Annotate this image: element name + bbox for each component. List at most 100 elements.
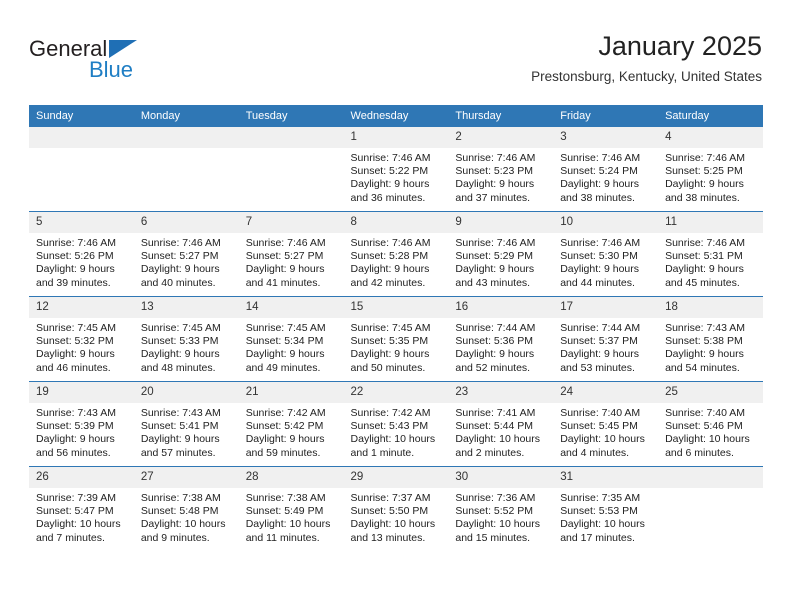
calendar-day-cell[interactable]: 31 Sunrise: 7:35 AM Sunset: 5:53 PM Dayligh… [553, 466, 659, 551]
calendar-day-cell[interactable]: 17 Sunrise: 7:44 AM Sunset: 5:37 PM Dayligh… [553, 296, 659, 382]
sunset-text: Sunset: 5:48 PM [140, 505, 219, 518]
calendar-day-cell[interactable]: 6 Sunrise: 7:46 AM Sunset: 5:27 PM Daylight… [133, 211, 239, 297]
calendar-cell-inner: 7 Sunrise: 7:46 AM Sunset: 5:27 PM Daylight… [238, 212, 344, 296]
sunset-text: Sunset: 5:27 PM [140, 250, 219, 263]
day-number: 7 [238, 212, 344, 233]
sunrise-text: Sunrise: 7:46 AM [140, 237, 221, 249]
calendar-day-cell[interactable]: 27 Sunrise: 7:38 AM Sunset: 5:48 PM Dayligh… [133, 466, 239, 551]
calendar-day-cell[interactable]: 13 Sunrise: 7:45 AM Sunset: 5:33 PM Dayligh… [133, 296, 239, 382]
day-number: 11 [658, 212, 763, 233]
calendar-day-cell[interactable]: 21 Sunrise: 7:42 AM Sunset: 5:42 PM Dayligh… [238, 381, 344, 467]
sunrise-text: Sunrise: 7:36 AM [455, 492, 536, 504]
calendar-day-cell[interactable]: 5 Sunrise: 7:46 AM Sunset: 5:26 PM Daylight… [29, 211, 134, 297]
calendar-day-cell[interactable]: 26 Sunrise: 7:39 AM Sunset: 5:47 PM Dayligh… [29, 466, 134, 551]
calendar-day-cell[interactable]: 7 Sunrise: 7:46 AM Sunset: 5:27 PM Daylight… [238, 211, 344, 297]
weekday-header-wednesday: Wednesday [343, 105, 449, 127]
calendar-cell-inner: 8 Sunrise: 7:46 AM Sunset: 5:28 PM Daylight… [343, 212, 449, 296]
calendar-cell-inner: 25 Sunrise: 7:40 AM Sunset: 5:46 PM Dayligh… [658, 382, 763, 466]
general-blue-logo[interactable]: General Blue [29, 36, 229, 84]
sunrise-text: Sunrise: 7:40 AM [560, 407, 641, 419]
sunrise-text: Sunrise: 7:39 AM [36, 492, 116, 504]
weekday-header-tuesday: Tuesday [238, 105, 344, 127]
sunset-text: Sunset: 5:25 PM [665, 165, 743, 178]
calendar-day-cell[interactable]: 22 Sunrise: 7:42 AM Sunset: 5:43 PM Dayligh… [343, 381, 449, 467]
calendar-day-cell[interactable]: 19 Sunrise: 7:43 AM Sunset: 5:39 PM Dayligh… [29, 381, 134, 467]
calendar-cell-inner: 6 Sunrise: 7:46 AM Sunset: 5:27 PM Daylight… [133, 212, 239, 296]
day-number: 18 [658, 297, 763, 318]
daylight-text-line2: and 46 minutes. [36, 361, 111, 374]
sunset-text: Sunset: 5:23 PM [455, 165, 534, 178]
daylight-text-line2: and 57 minutes. [140, 446, 216, 459]
sunrise-text: Sunrise: 7:46 AM [665, 237, 746, 249]
sunset-text: Sunset: 5:30 PM [560, 250, 638, 263]
day-number: 29 [343, 467, 449, 488]
calendar-day-cell[interactable]: 2 Sunrise: 7:46 AM Sunset: 5:23 PM Daylight… [448, 127, 554, 212]
calendar-day-cell[interactable]: 23 Sunrise: 7:41 AM Sunset: 5:44 PM Dayligh… [448, 381, 554, 467]
day-details: Sunrise: 7:43 AM Sunset: 5:38 PM Daylight:… [658, 318, 763, 375]
daylight-text-line1: Daylight: 9 hours [350, 348, 430, 361]
calendar-cell-inner: 9 Sunrise: 7:46 AM Sunset: 5:29 PM Daylight… [448, 212, 554, 296]
calendar-day-cell[interactable]: 18 Sunrise: 7:43 AM Sunset: 5:38 PM Dayligh… [658, 296, 763, 382]
triangle-icon [109, 40, 137, 58]
daylight-text-line2: and 38 minutes. [560, 191, 635, 204]
sunrise-text: Sunrise: 7:46 AM [560, 152, 641, 164]
daylight-text-line2: and 54 minutes. [665, 361, 740, 374]
day-number: 19 [29, 382, 134, 403]
day-number: 2 [448, 127, 554, 148]
sunset-text: Sunset: 5:50 PM [350, 505, 429, 518]
daylight-text-line2: and 40 minutes. [140, 276, 216, 289]
day-details: Sunrise: 7:41 AM Sunset: 5:44 PM Daylight:… [448, 403, 553, 460]
sunrise-text: Sunrise: 7:45 AM [350, 322, 431, 334]
calendar-day-cell[interactable]: 25 Sunrise: 7:40 AM Sunset: 5:46 PM Dayligh… [658, 381, 763, 467]
calendar-cell-inner: 23 Sunrise: 7:41 AM Sunset: 5:44 PM Dayligh… [448, 382, 554, 466]
sunrise-text: Sunrise: 7:46 AM [455, 152, 536, 164]
calendar-day-cell[interactable]: 14 Sunrise: 7:45 AM Sunset: 5:34 PM Dayligh… [238, 296, 344, 382]
calendar-day-cell[interactable]: 24 Sunrise: 7:40 AM Sunset: 5:45 PM Dayligh… [553, 381, 659, 467]
day-number: 26 [29, 467, 134, 488]
calendar-body: 1 Sunrise: 7:46 AM Sunset: 5:22 PM Daylight… [29, 127, 763, 551]
sunset-text: Sunset: 5:32 PM [36, 335, 114, 348]
daylight-text-line1: Daylight: 10 hours [455, 433, 541, 446]
daylight-text-line2: and 49 minutes. [245, 361, 321, 374]
daylight-text-line1: Daylight: 10 hours [665, 433, 750, 446]
day-number: 12 [29, 297, 134, 318]
day-details: Sunrise: 7:46 AM Sunset: 5:27 PM Daylight:… [239, 233, 344, 290]
calendar-cell-inner: 26 Sunrise: 7:39 AM Sunset: 5:47 PM Dayligh… [29, 467, 134, 551]
calendar-day-cell[interactable]: 28 Sunrise: 7:38 AM Sunset: 5:49 PM Dayligh… [238, 466, 344, 551]
sunset-text: Sunset: 5:29 PM [455, 250, 534, 263]
day-number [658, 467, 763, 488]
calendar-day-cell[interactable]: 12 Sunrise: 7:45 AM Sunset: 5:32 PM Dayligh… [29, 296, 134, 382]
calendar-cell-inner: 11 Sunrise: 7:46 AM Sunset: 5:31 PM Dayligh… [658, 212, 763, 296]
calendar-day-cell[interactable]: 3 Sunrise: 7:46 AM Sunset: 5:24 PM Daylight… [553, 127, 659, 212]
calendar-day-cell[interactable]: 29 Sunrise: 7:37 AM Sunset: 5:50 PM Dayligh… [343, 466, 449, 551]
calendar-day-cell[interactable]: 11 Sunrise: 7:46 AM Sunset: 5:31 PM Dayligh… [658, 211, 763, 297]
calendar-day-cell[interactable]: 8 Sunrise: 7:46 AM Sunset: 5:28 PM Daylight… [343, 211, 449, 297]
calendar-table: Sunday Monday Tuesday Wednesday Thursday… [29, 105, 763, 551]
calendar-day-cell[interactable]: 10 Sunrise: 7:46 AM Sunset: 5:30 PM Dayligh… [553, 211, 659, 297]
sunrise-text: Sunrise: 7:44 AM [560, 322, 641, 334]
weekday-header-row: Sunday Monday Tuesday Wednesday Thursday… [29, 105, 763, 127]
calendar-day-cell[interactable]: 9 Sunrise: 7:46 AM Sunset: 5:29 PM Daylight… [448, 211, 554, 297]
calendar-day-cell[interactable]: 30 Sunrise: 7:36 AM Sunset: 5:52 PM Dayligh… [448, 466, 554, 551]
daylight-text-line1: Daylight: 9 hours [560, 263, 640, 276]
calendar-cell-inner: 17 Sunrise: 7:44 AM Sunset: 5:37 PM Dayligh… [553, 297, 659, 381]
calendar-day-cell[interactable]: 1 Sunrise: 7:46 AM Sunset: 5:22 PM Daylight… [343, 127, 449, 212]
sunrise-text: Sunrise: 7:40 AM [665, 407, 746, 419]
calendar-day-cell[interactable]: 4 Sunrise: 7:46 AM Sunset: 5:25 PM Daylight… [658, 127, 763, 212]
sunrise-text: Sunrise: 7:43 AM [665, 322, 746, 334]
sunrise-text: Sunrise: 7:41 AM [455, 407, 536, 419]
calendar-cell-inner: 30 Sunrise: 7:36 AM Sunset: 5:52 PM Dayligh… [448, 467, 554, 551]
day-number: 14 [238, 297, 344, 318]
daylight-text-line2: and 48 minutes. [140, 361, 216, 374]
calendar-cell-inner: 20 Sunrise: 7:43 AM Sunset: 5:41 PM Dayligh… [133, 382, 239, 466]
day-details: Sunrise: 7:43 AM Sunset: 5:39 PM Daylight:… [29, 403, 134, 460]
sunrise-text: Sunrise: 7:46 AM [350, 237, 431, 249]
calendar-day-cell[interactable]: 20 Sunrise: 7:43 AM Sunset: 5:41 PM Dayligh… [133, 381, 239, 467]
day-details: Sunrise: 7:39 AM Sunset: 5:47 PM Daylight:… [29, 488, 134, 545]
day-number [29, 127, 134, 148]
weekday-header-friday: Friday [553, 105, 659, 127]
day-details: Sunrise: 7:38 AM Sunset: 5:48 PM Daylight:… [134, 488, 239, 545]
day-details: Sunrise: 7:46 AM Sunset: 5:31 PM Daylight:… [658, 233, 763, 290]
calendar-day-cell[interactable]: 16 Sunrise: 7:44 AM Sunset: 5:36 PM Dayligh… [448, 296, 554, 382]
calendar-day-cell[interactable]: 15 Sunrise: 7:45 AM Sunset: 5:35 PM Dayligh… [343, 296, 449, 382]
